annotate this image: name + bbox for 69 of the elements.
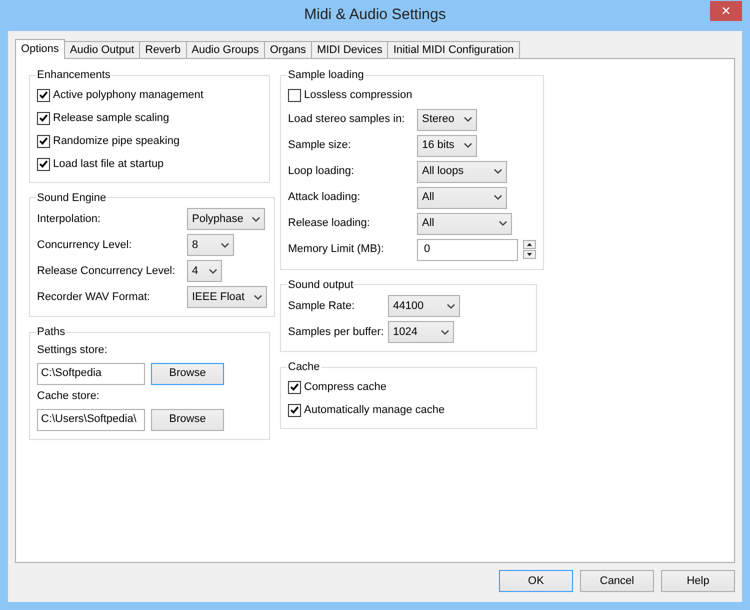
- checkbox[interactable]: [288, 88, 301, 102]
- dialog-button[interactable]: Help: [661, 570, 735, 592]
- group-title: Sound output: [287, 278, 354, 292]
- caret-icon: [494, 169, 502, 174]
- dropdown[interactable]: 44100: [388, 295, 460, 317]
- caret-icon: [447, 304, 455, 308]
- checkbox[interactable]: [288, 380, 301, 394]
- checkbox[interactable]: [37, 158, 50, 170]
- field-label: Release Concurrency Level:: [37, 264, 176, 279]
- field-label: Release loading:: [288, 216, 371, 232]
- dropdown[interactable]: IEEE Float: [187, 286, 267, 308]
- dropdown[interactable]: 1024: [388, 321, 454, 343]
- caret-icon: [221, 242, 229, 248]
- dropdown[interactable]: Stereo: [417, 108, 477, 130]
- checkbox-label: Lossless compression: [304, 88, 412, 103]
- number-field[interactable]: 0: [417, 238, 518, 260]
- caret-icon: [494, 195, 502, 200]
- checkbox-label: Release sample scaling: [53, 110, 170, 126]
- field-label: Sample size:: [288, 138, 352, 154]
- checkbox[interactable]: [288, 404, 301, 416]
- dropdown[interactable]: All: [417, 212, 512, 234]
- path-field[interactable]: C:\Softpedia: [37, 362, 145, 384]
- dropdown[interactable]: All: [417, 186, 507, 208]
- field-label: Attack loading:: [288, 190, 362, 206]
- field-label: Memory Limit (MB):: [288, 242, 385, 258]
- group-title: Sample loading: [287, 68, 365, 83]
- field-label: Samples per buffer:: [288, 324, 385, 340]
- field-label: Loop loading:: [288, 164, 356, 180]
- group-title: Paths: [36, 325, 66, 340]
- caret-icon: [254, 294, 262, 300]
- caret-icon: [209, 268, 217, 274]
- field-label: Load stereo samples in:: [288, 112, 406, 128]
- checkbox-label: Load last file at startup: [53, 156, 164, 172]
- caret-icon: [464, 143, 472, 148]
- field-label: Sample Rate:: [288, 298, 356, 314]
- field-label: Recorder WAV Format:: [37, 290, 152, 305]
- tab[interactable]: Initial MIDI Configuration: [387, 41, 520, 59]
- window-title: Midi & Audio Settings: [303, 5, 447, 26]
- caret-icon: [499, 221, 507, 226]
- group-title: Sound Engine: [36, 190, 108, 206]
- dialog-button[interactable]: OK: [499, 570, 573, 592]
- dropdown[interactable]: 8: [187, 234, 234, 256]
- field-label: Concurrency Level:: [37, 238, 133, 253]
- dropdown[interactable]: 4: [187, 260, 222, 282]
- group-title: Enhancements: [36, 68, 112, 83]
- dropdown[interactable]: All loops: [417, 160, 507, 182]
- path-field[interactable]: C:\Users\Softpedia\: [37, 408, 145, 430]
- tab[interactable]: Options: [15, 39, 65, 59]
- dropdown[interactable]: Polyphase: [187, 208, 265, 230]
- field-label: Settings store:: [37, 343, 108, 358]
- caret-icon: [252, 216, 260, 222]
- group-title: Cache: [287, 360, 321, 375]
- browse-button[interactable]: Browse: [151, 408, 224, 430]
- dropdown[interactable]: 16 bits: [417, 134, 477, 156]
- browse-button[interactable]: Browse: [151, 362, 224, 384]
- checkbox-label: Automatically manage cache: [304, 402, 445, 418]
- checkbox[interactable]: [37, 134, 50, 148]
- checkbox[interactable]: [37, 112, 50, 124]
- dialog-button[interactable]: Cancel: [580, 570, 654, 592]
- spin-buttons[interactable]: [523, 240, 536, 259]
- caret-icon: [441, 330, 449, 334]
- close-button[interactable]: ✕: [710, 1, 742, 21]
- caret-icon: [464, 117, 472, 122]
- checkbox-label: Active polyphony management: [53, 88, 204, 103]
- checkbox-label: Compress cache: [304, 380, 387, 395]
- checkbox-label: Randomize pipe speaking: [53, 134, 180, 149]
- field-label: Cache store:: [37, 389, 100, 404]
- checkbox[interactable]: [37, 88, 50, 102]
- field-label: Interpolation:: [37, 212, 102, 227]
